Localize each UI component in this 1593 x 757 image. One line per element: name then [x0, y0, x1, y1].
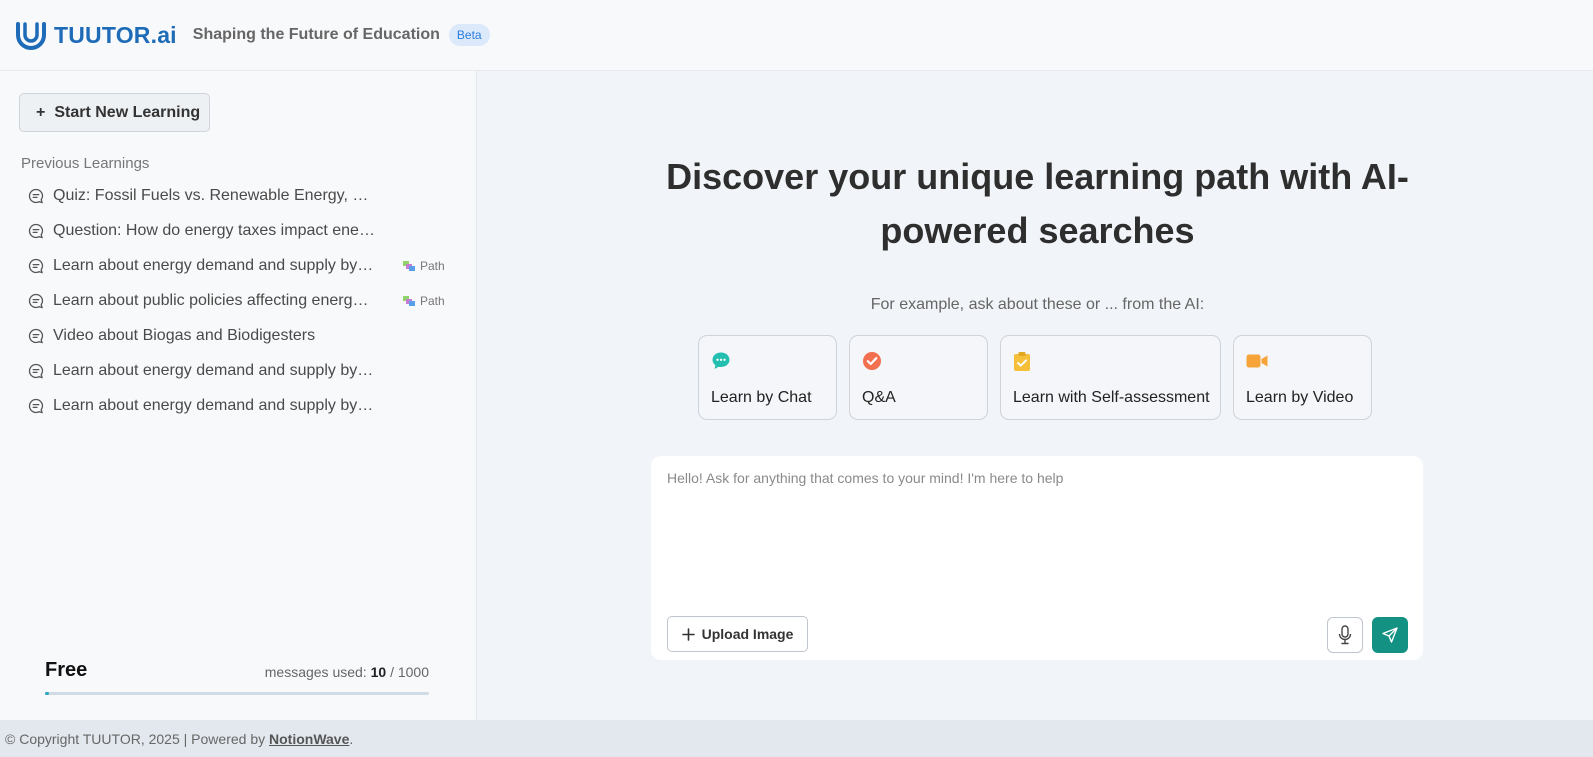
card-qa[interactable]: Q&A — [849, 335, 988, 420]
path-icon — [403, 295, 415, 306]
copyright-text: © Copyright TUUTOR, 2025 | Powered by — [5, 730, 266, 747]
list-item[interactable]: Video about Biogas and Biodigesters — [28, 318, 458, 353]
list-item-label: Video about Biogas and Biodigesters — [53, 326, 316, 344]
chat-bubble-icon — [28, 398, 44, 414]
previous-learnings-list: Quiz: Fossil Fuels vs. Renewable Energy,… — [28, 178, 458, 423]
list-item-label: Question: How do energy taxes impact ene… — [53, 221, 376, 239]
list-item[interactable]: Learn about public policies affecting en… — [28, 283, 458, 318]
path-icon — [403, 260, 415, 271]
list-item[interactable]: Question: How do energy taxes impact ene… — [28, 213, 458, 248]
microphone-button[interactable] — [1327, 617, 1363, 653]
sidebar: + Start New Learning Previous Learnings … — [0, 71, 477, 720]
chat-bubble-icon — [28, 363, 44, 379]
list-item-label: Learn about energy demand and supply by … — [53, 361, 376, 379]
list-item-label: Learn about energy demand and supply by … — [53, 256, 376, 274]
previous-learnings-title: Previous Learnings — [21, 155, 150, 172]
upload-image-button[interactable]: Upload Image — [667, 616, 808, 652]
logo-icon — [16, 22, 46, 50]
start-new-learning-label: Start New Learning — [54, 103, 201, 121]
beta-badge: Beta — [448, 24, 490, 46]
microphone-icon — [1338, 625, 1352, 645]
path-tag-label: Path — [420, 293, 445, 308]
usage-used: 10 — [370, 664, 387, 680]
card-learn-by-chat[interactable]: Learn by Chat — [698, 335, 837, 420]
example-text: For example, ask about these or ... from… — [870, 296, 1205, 313]
upload-image-label: Upload Image — [701, 626, 794, 642]
list-item[interactable]: Learn about energy demand and supply by … — [28, 248, 458, 283]
start-new-learning-button[interactable]: + Start New Learning — [19, 93, 210, 132]
path-tag: Path — [402, 294, 445, 308]
send-icon — [1382, 627, 1398, 643]
chat-bubble-icon — [28, 258, 44, 274]
footer: © Copyright TUUTOR, 2025 | Powered by No… — [0, 720, 1593, 757]
messages-used: messages used: 10 / 1000 — [265, 664, 429, 680]
list-item[interactable]: Learn about energy demand and supply by … — [28, 353, 458, 388]
footer-suffix: . — [349, 730, 354, 747]
card-learn-with-self-assessment[interactable]: Learn with Self-assessment — [1000, 335, 1221, 420]
chat-box: Upload Image — [651, 456, 1423, 660]
clipboard-check-icon — [1013, 350, 1208, 372]
list-item-label: Learn about public policies affecting en… — [53, 291, 376, 309]
card-label: Q&A — [862, 389, 896, 406]
path-tag-label: Path — [420, 258, 445, 273]
card-learn-by-video[interactable]: Learn by Video — [1233, 335, 1372, 420]
plus-icon: + — [36, 103, 46, 121]
logo[interactable]: TUUTOR.ai — [14, 20, 177, 50]
list-item[interactable]: Quiz: Fossil Fuels vs. Renewable Energy,… — [28, 178, 458, 213]
learning-mode-cards: Learn by Chat Q&A Learn with Self-assess… — [698, 335, 1372, 420]
card-label: Learn by Video — [1246, 389, 1354, 406]
usage-progress-fill — [45, 692, 49, 695]
app-header: TUUTOR.ai Shaping the Future of Educatio… — [0, 0, 1593, 71]
video-camera-icon — [1246, 350, 1359, 372]
path-tag: Path — [402, 259, 445, 273]
send-button[interactable] — [1372, 617, 1408, 653]
chat-input[interactable] — [667, 470, 1407, 610]
usage-progress-bar — [45, 692, 429, 695]
list-item-label: Learn about energy demand and supply by … — [53, 396, 376, 414]
plus-icon — [681, 627, 695, 641]
chat-bubble-icon — [28, 223, 44, 239]
chat-bubble-icon — [28, 328, 44, 344]
usage-separator: / — [390, 664, 394, 680]
notionwave-link[interactable]: NotionWave — [269, 731, 349, 747]
chat-bubble-icon — [28, 188, 44, 204]
logo-text: TUUTOR.ai — [54, 21, 177, 48]
chat-bubble-icon — [28, 293, 44, 309]
usage-label: messages used: — [264, 664, 367, 680]
list-item[interactable]: Learn about energy demand and supply by … — [28, 388, 458, 423]
chat-dots-icon — [711, 350, 824, 372]
check-circle-icon — [862, 350, 975, 372]
plan-usage: Free messages used: 10 / 1000 — [45, 659, 429, 695]
card-label: Learn by Chat — [711, 389, 812, 406]
card-label: Learn with Self-assessment — [1013, 389, 1210, 406]
tagline: Shaping the Future of Education — [192, 26, 440, 43]
page-headline: Discover your unique learning path with … — [666, 156, 1409, 251]
usage-limit: 1000 — [397, 664, 429, 680]
list-item-label: Quiz: Fossil Fuels vs. Renewable Energy,… — [53, 186, 376, 204]
